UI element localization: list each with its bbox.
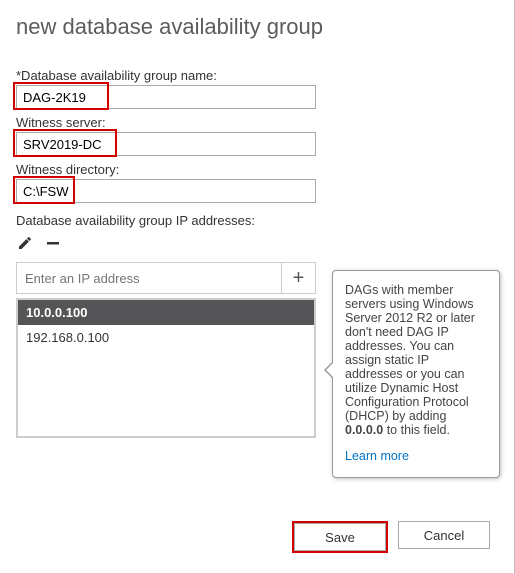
ip-add-input[interactable] [17,263,281,293]
dag-name-label: *Database availability group name: [16,68,498,83]
dag-name-input[interactable] [16,85,316,109]
page-title: new database availability group [16,14,498,40]
add-icon[interactable]: + [281,263,315,293]
ip-item-1[interactable]: 192.168.0.100 [18,325,314,350]
witness-dir-label: Witness directory: [16,162,498,177]
save-button[interactable]: Save [294,523,386,551]
witness-server-input[interactable] [16,132,316,156]
ip-item-0[interactable]: 10.0.0.100 [18,300,314,325]
witness-dir-input[interactable] [16,179,316,203]
learn-more-link[interactable]: Learn more [345,449,487,463]
edit-icon[interactable] [16,234,34,252]
ip-section-label: Database availability group IP addresses… [16,213,498,228]
highlight-save: Save [292,521,388,553]
tooltip-text: DAGs with member servers using Windows S… [345,283,475,437]
remove-icon[interactable] [44,234,62,252]
cancel-button[interactable]: Cancel [398,521,490,549]
witness-server-label: Witness server: [16,115,498,130]
ip-add-row: + [16,262,316,294]
help-tooltip: DAGs with member servers using Windows S… [332,270,500,478]
ip-list: 10.0.0.100 192.168.0.100 [16,298,316,438]
